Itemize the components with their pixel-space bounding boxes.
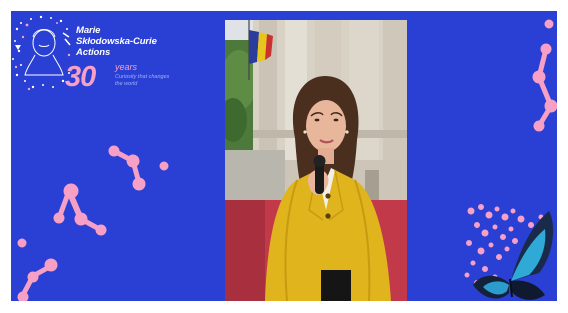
video-frame: Marie Skłodowska-Curie Actions 30 years … — [0, 0, 568, 313]
logo-line-2: Skłodowska-Curie — [76, 36, 157, 47]
msca-logo: Marie Skłodowska-Curie Actions 30 years … — [11, 11, 211, 111]
speaker-video — [225, 20, 407, 301]
logo-wordmark: Marie Skłodowska-Curie Actions — [76, 25, 157, 58]
butterfly-illustration — [473, 211, 554, 300]
anniversary-number: 30 — [65, 61, 96, 93]
tagline-line-1: Curiosity that changes — [115, 74, 170, 80]
speaker-video-scene — [225, 20, 407, 301]
logo-line-3: Actions — [76, 47, 111, 58]
tagline-line-2: the world — [115, 81, 138, 87]
logo-tagline: Curiosity that changes the world — [115, 74, 195, 88]
anniversary-unit: years — [115, 62, 138, 72]
logo-line-1: Marie — [76, 25, 101, 36]
background-panel: Marie Skłodowska-Curie Actions 30 years … — [11, 11, 557, 301]
marie-curie-portrait-icon — [12, 15, 71, 91]
